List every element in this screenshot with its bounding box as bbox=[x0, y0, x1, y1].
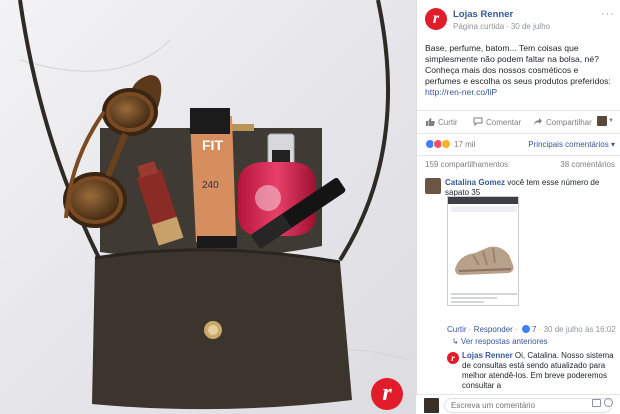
share-button[interactable]: Compartilhar bbox=[533, 117, 592, 127]
attachment-url-bar bbox=[451, 206, 517, 212]
page-status: Página curtida bbox=[453, 22, 505, 31]
speech-bubble-icon bbox=[473, 117, 483, 126]
comment-label: Comentar bbox=[486, 118, 522, 127]
wow-reaction-icon bbox=[441, 139, 451, 149]
post-options-icon[interactable]: ··· bbox=[601, 8, 615, 20]
post-photo[interactable]: FIT 240 r bbox=[0, 0, 416, 414]
like-label: Curtir bbox=[438, 118, 458, 127]
reactions-summary[interactable]: 17 mil Principais comentários ▾ bbox=[425, 139, 615, 151]
reply-page-avatar[interactable]: r bbox=[447, 352, 459, 364]
viewer-avatar bbox=[597, 116, 607, 126]
view-previous-replies-link[interactable]: ↳ Ver respostas anteriores bbox=[452, 337, 548, 346]
product-photo-illustration: FIT 240 bbox=[0, 0, 416, 414]
comment-input[interactable] bbox=[444, 398, 612, 413]
reply-author-name[interactable]: Lojas Renner bbox=[462, 351, 513, 360]
comment-body: Catalina Gomez você tem esse número de s… bbox=[445, 178, 613, 198]
comment-button[interactable]: Comentar bbox=[473, 117, 521, 127]
comment-actions: Curtir · Responder · 7 · 30 de julho às … bbox=[447, 325, 616, 334]
svg-text:FIT: FIT bbox=[202, 137, 223, 153]
post-link[interactable]: http://ren-ner.co/liP bbox=[425, 87, 497, 97]
share-label: Compartilhar bbox=[546, 118, 592, 127]
post-meta: Página curtida · 30 de julho bbox=[453, 22, 550, 31]
comment-like-icon bbox=[521, 325, 530, 333]
post-date-link[interactable]: 30 de julho bbox=[511, 22, 550, 31]
comment-sort-dropdown[interactable]: Principais comentários ▾ bbox=[528, 140, 615, 149]
post-body-text: Base, perfume, batom... Tem coisas que s… bbox=[425, 43, 611, 86]
post-text: Base, perfume, batom... Tem coisas que s… bbox=[425, 43, 615, 98]
share-arrow-icon bbox=[534, 118, 542, 125]
reaction-count[interactable]: 17 mil bbox=[454, 140, 475, 149]
chevron-down-icon: ▼ bbox=[608, 118, 614, 124]
shares-count[interactable]: 159 compartilhamentos bbox=[425, 160, 508, 169]
emoji-icon[interactable] bbox=[604, 398, 613, 407]
brand-logo-watermark: r bbox=[371, 378, 403, 410]
reply-body: Lojas Renner Oi, Catalina. Nosso sistema… bbox=[462, 351, 614, 391]
foundation-tube: FIT 240 bbox=[190, 108, 237, 248]
thumbs-up-icon bbox=[426, 118, 435, 126]
commenter-avatar[interactable] bbox=[425, 178, 441, 194]
attachment-status-bar bbox=[448, 197, 518, 204]
bag-body bbox=[92, 249, 352, 410]
post-as-selector[interactable]: ▼ bbox=[597, 116, 614, 127]
post-action-bar: Curtir Comentar Compartilhar ▼ bbox=[417, 110, 620, 134]
comment-like-link[interactable]: Curtir bbox=[447, 325, 467, 334]
comment-reply-link[interactable]: Responder bbox=[474, 325, 513, 334]
like-button[interactable]: Curtir bbox=[425, 117, 458, 127]
comment-actions-separator: · bbox=[538, 325, 542, 334]
commenter-name[interactable]: Catalina Gomez bbox=[445, 178, 505, 187]
comment-composer bbox=[416, 394, 620, 414]
sandal-product-image bbox=[455, 246, 514, 275]
page-name-link[interactable]: Lojas Renner bbox=[453, 9, 513, 20]
comment-like-count[interactable]: 7 bbox=[532, 325, 536, 334]
svg-text:240: 240 bbox=[202, 180, 219, 191]
comments-count[interactable]: 38 comentários bbox=[560, 160, 615, 169]
meta-separator: · bbox=[506, 22, 509, 31]
post-header: r Lojas Renner Página curtida · 30 de julh… bbox=[425, 8, 615, 38]
comment-attachment-image[interactable] bbox=[447, 196, 519, 306]
comment-actions-separator: · bbox=[515, 325, 518, 334]
current-user-avatar bbox=[424, 398, 439, 413]
post-stats: 159 compartilhamentos 38 comentários bbox=[417, 155, 620, 171]
comment-actions-separator: · bbox=[468, 325, 472, 334]
camera-icon[interactable] bbox=[592, 399, 601, 407]
page-avatar[interactable]: r bbox=[425, 8, 447, 30]
attachment-caption bbox=[451, 293, 517, 303]
comment-timestamp[interactable]: 30 de julho às 16:02 bbox=[544, 325, 616, 334]
